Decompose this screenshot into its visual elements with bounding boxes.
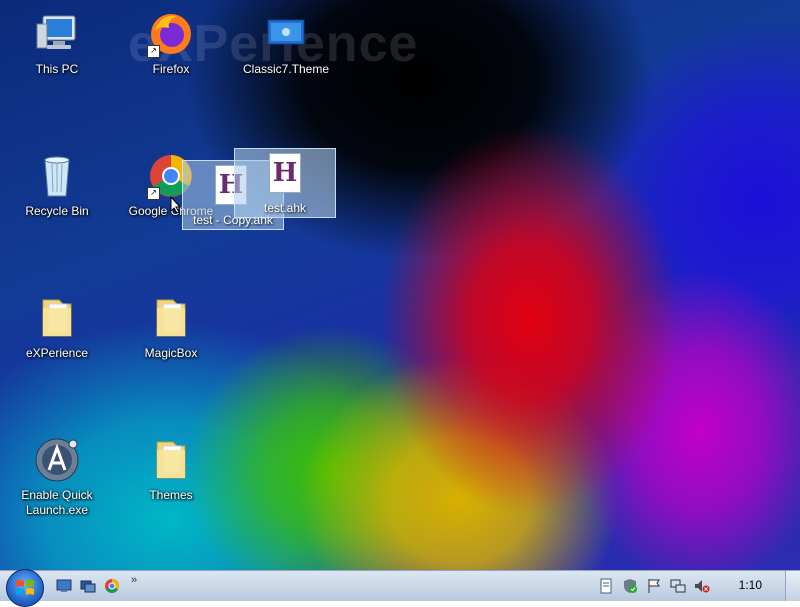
window-switcher-icon[interactable] xyxy=(80,578,96,594)
icon-label: Enable Quick Launch.exe xyxy=(21,488,93,517)
drag-label-test: test.ahk xyxy=(263,201,307,215)
icon-label: Themes xyxy=(149,488,193,502)
computer-icon xyxy=(33,10,81,58)
icon-label: Firefox xyxy=(152,62,190,76)
chrome-icon[interactable] xyxy=(104,578,120,594)
shortcut-arrow-icon: ↗ xyxy=(147,45,160,58)
icon-label: MagicBox xyxy=(144,346,198,360)
desktop-icon-this-pc[interactable]: This PC xyxy=(12,10,102,77)
icon-label: Classic7.Theme xyxy=(242,62,330,76)
desktop-icon-classic7-theme[interactable]: Classic7.Theme xyxy=(240,10,332,77)
icon-label: This PC xyxy=(35,62,79,76)
autoit-icon xyxy=(33,436,81,484)
icon-label: Recycle Bin xyxy=(25,204,89,218)
desktop-icon-recycle-bin[interactable]: Recycle Bin xyxy=(12,152,102,219)
shield-icon[interactable] xyxy=(622,578,638,594)
desktop[interactable]: eXPerience This PC ↗ Firefox xyxy=(0,0,800,570)
show-desktop-button[interactable] xyxy=(785,571,800,601)
shortcut-arrow-icon: ↗ xyxy=(147,187,160,200)
mouse-cursor-icon xyxy=(170,196,182,214)
desktop-icon-themes[interactable]: Themes xyxy=(126,436,216,503)
document-icon[interactable] xyxy=(598,578,614,594)
windows-logo-icon xyxy=(16,580,34,595)
desktop-icon-experience[interactable]: eXPerience xyxy=(12,294,102,361)
ahk-file-icon: H xyxy=(269,153,301,193)
volume-muted-icon[interactable] xyxy=(694,578,710,594)
desktop-icon-enable-quick-launch[interactable]: Enable Quick Launch.exe xyxy=(12,436,102,518)
show-desktop-icon[interactable] xyxy=(56,578,72,594)
folder-icon xyxy=(33,294,81,342)
folder-icon xyxy=(147,294,195,342)
clock[interactable]: 1:10 xyxy=(739,578,762,592)
drag-ghost-test: H test.ahk xyxy=(234,148,336,218)
taskbar: » 1:10 xyxy=(0,569,800,607)
start-button[interactable] xyxy=(6,569,44,607)
folder-icon xyxy=(147,436,195,484)
theme-icon xyxy=(262,10,310,58)
quick-launch-more-chevron[interactable]: » xyxy=(131,574,137,586)
flag-icon[interactable] xyxy=(646,578,662,594)
desktop-icon-firefox[interactable]: ↗ Firefox xyxy=(126,10,216,77)
icon-label: eXPerience xyxy=(25,346,89,360)
recycle-bin-icon xyxy=(33,152,81,200)
network-icon[interactable] xyxy=(670,578,686,594)
firefox-icon: ↗ xyxy=(147,10,195,58)
desktop-icon-magicbox[interactable]: MagicBox xyxy=(126,294,216,361)
